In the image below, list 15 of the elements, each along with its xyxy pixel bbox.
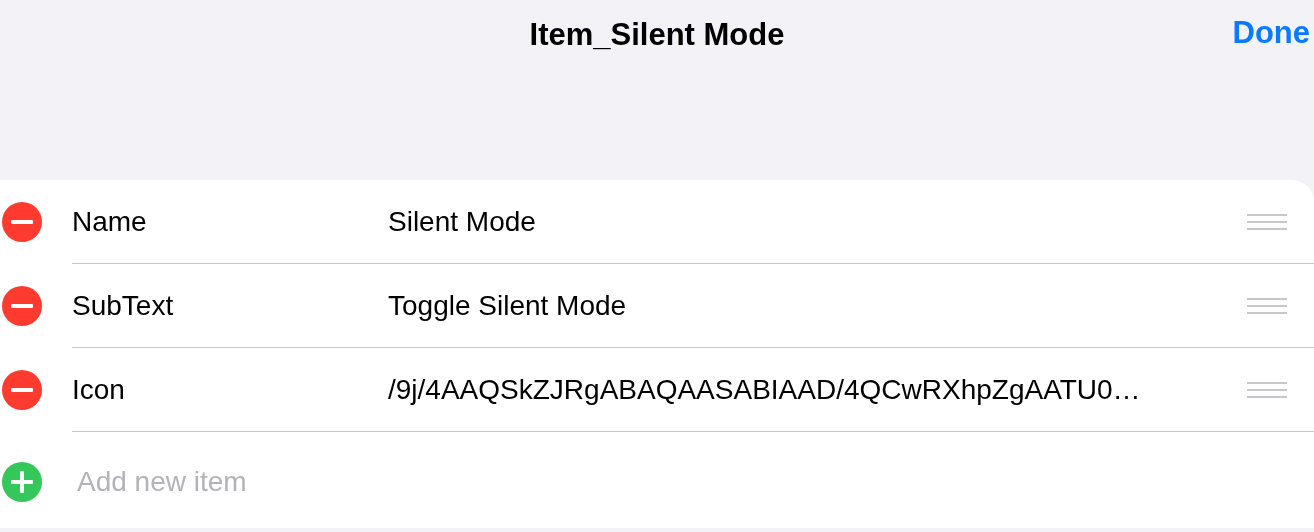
delete-icon[interactable] <box>2 286 42 326</box>
field-value: Silent Mode <box>388 206 537 238</box>
field-label: SubText <box>72 290 175 322</box>
field-label: Icon <box>72 374 126 406</box>
delete-icon[interactable] <box>2 370 42 410</box>
field-value: Toggle Silent Mode <box>388 290 628 322</box>
drag-handle-icon[interactable] <box>1247 298 1287 314</box>
drag-handle-icon[interactable] <box>1247 214 1287 230</box>
window-title: Item_Silent Mode <box>529 17 785 53</box>
field-value: /9j/4AAQSkZJRgABAQAASABIAAD/4QCwRXhpZgAATU0… <box>388 374 1142 406</box>
done-button[interactable]: Done <box>1232 15 1310 51</box>
add-item-button[interactable]: Add new item <box>0 432 247 532</box>
field-label: Name <box>72 206 148 238</box>
drag-handle-icon[interactable] <box>1247 382 1287 398</box>
delete-icon[interactable] <box>2 202 42 242</box>
